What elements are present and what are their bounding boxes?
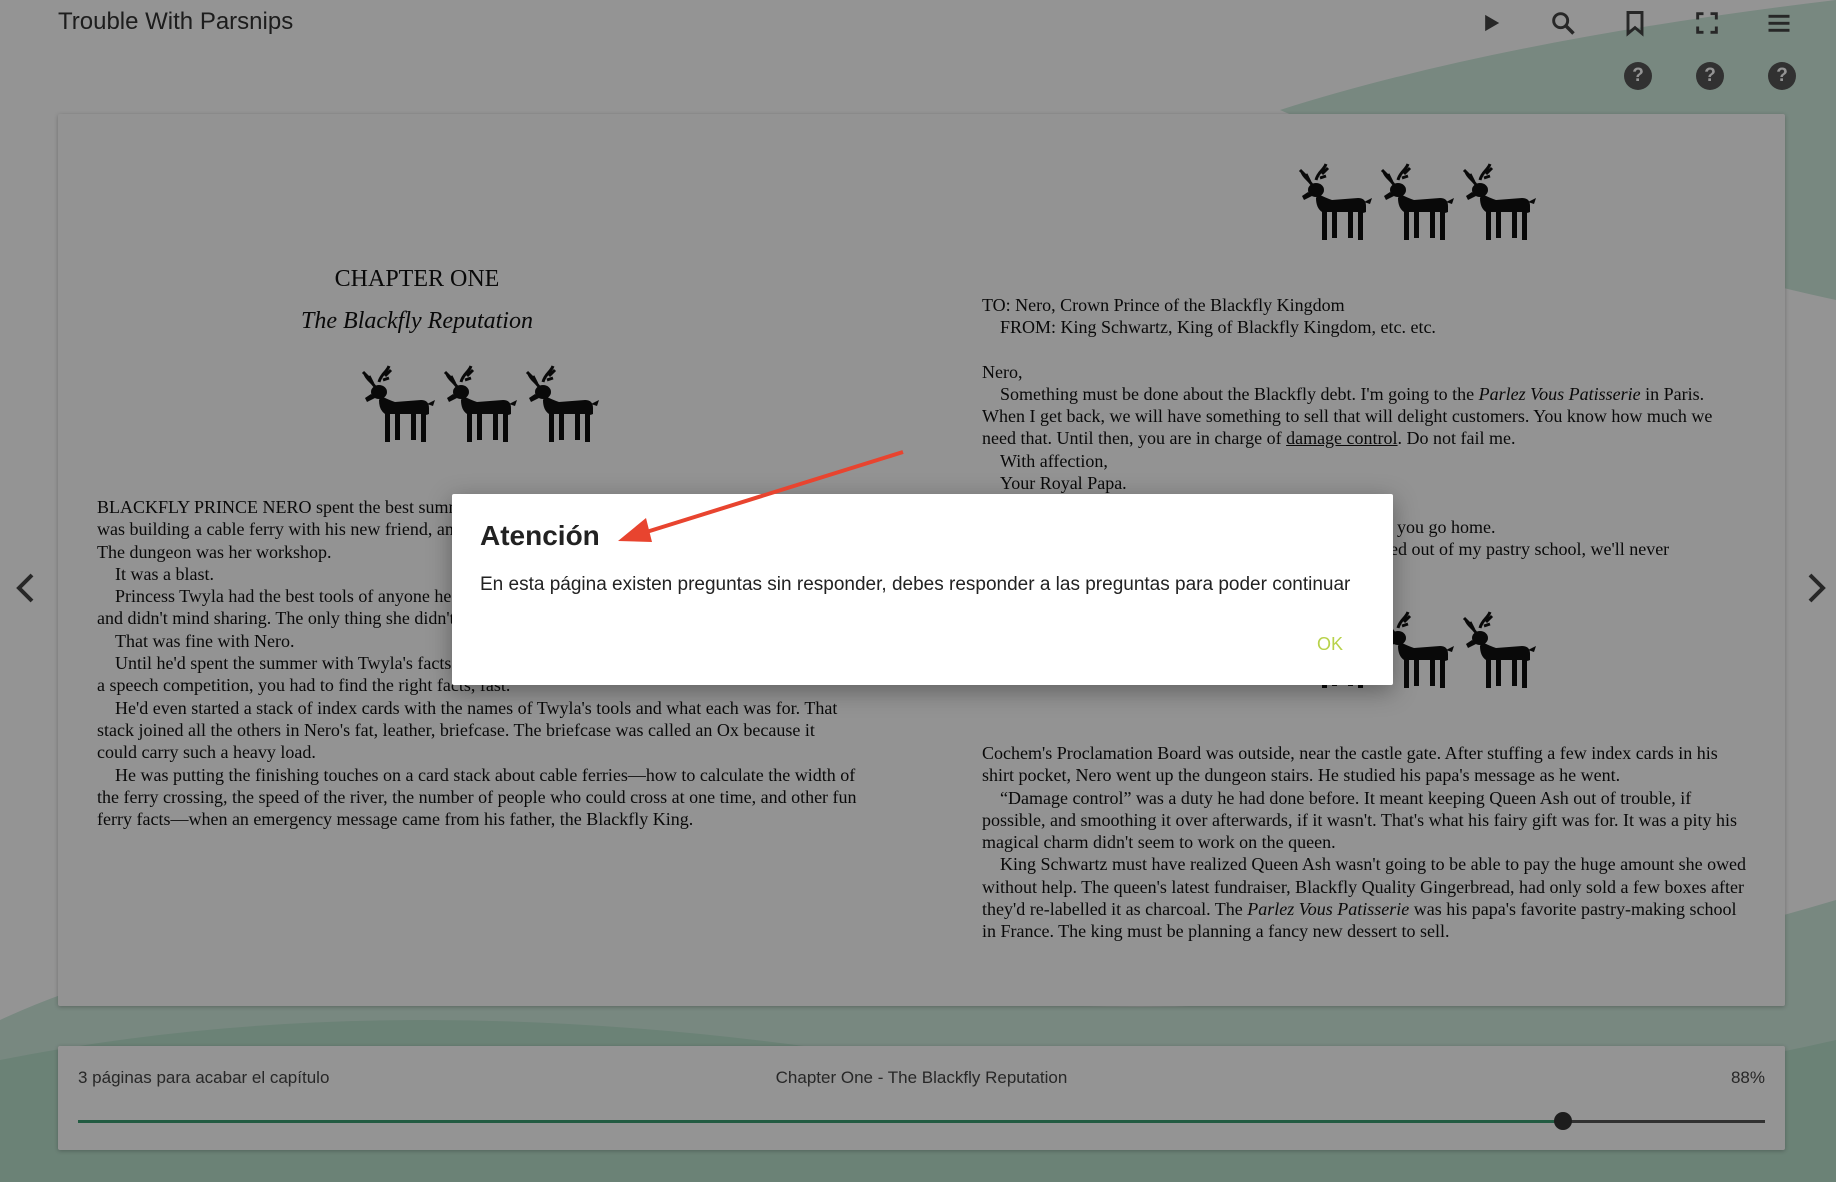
ok-button[interactable]: OK [1317,634,1343,655]
dialog-message: En esta página existen preguntas sin res… [480,574,1351,595]
attention-dialog: Atención En esta página existen pregunta… [452,494,1393,685]
dialog-title: Atención [480,520,600,551]
